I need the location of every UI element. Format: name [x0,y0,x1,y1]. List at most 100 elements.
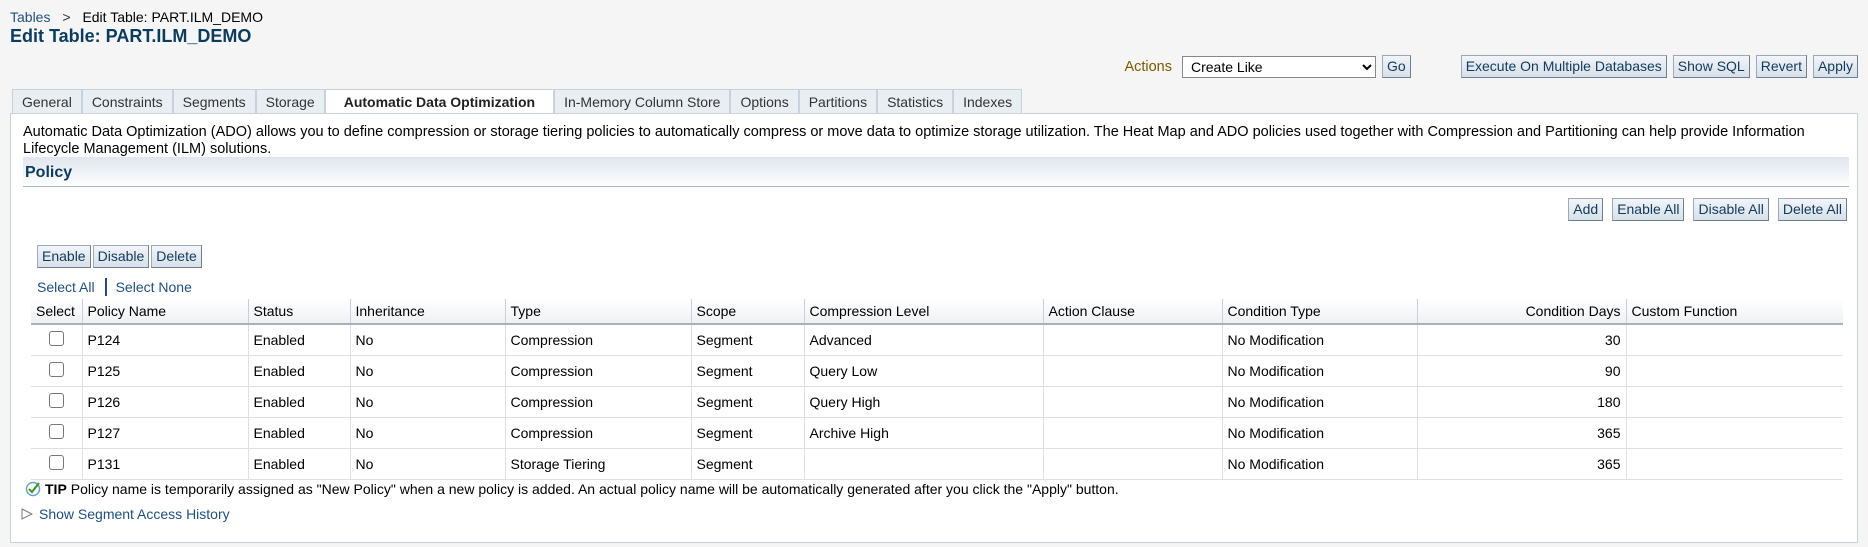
cell-name: P126 [81,386,248,418]
cell-name: P124 [81,324,248,356]
row-checkbox[interactable] [48,454,64,470]
execute-multiple-databases-button[interactable]: Execute On Multiple Databases [1460,55,1667,78]
cell-compression [803,448,1043,480]
tab-statistics[interactable]: Statistics [877,89,954,114]
revert-button[interactable]: Revert [1755,55,1807,78]
table-header: Select Policy Name Status Inheritance Type Sc… [31,299,1843,325]
cell-days: 90 [1416,355,1626,387]
column-header-status: Status [247,299,350,325]
select-all-link[interactable]: Select All [37,279,95,295]
disable-all-button[interactable]: Disable All [1693,198,1769,221]
cell-inheritance: No [349,417,505,449]
enable-button[interactable]: Enable [37,245,91,268]
column-header-compression-level: Compression Level [803,299,1043,325]
cell-scope: Segment [690,417,804,449]
cell-custom [1625,448,1843,480]
row-checkbox[interactable] [48,361,64,377]
select-cell [31,448,82,480]
policy-section-header: Policy [23,157,1849,187]
cell-days: 365 [1416,448,1626,480]
cell-scope: Segment [690,355,804,387]
show-segment-access-history[interactable]: Show Segment Access History [21,506,230,522]
column-header-action-clause: Action Clause [1042,299,1222,325]
row-actions: Enable Disable Delete [37,245,202,268]
cell-compression: Advanced [803,324,1043,356]
cell-custom [1625,355,1843,387]
actions-toolbar: Actions Create Like Go Execute On Multip… [1124,55,1858,78]
cell-compression: Query Low [803,355,1043,387]
actions-select[interactable]: Create Like [1182,55,1376,78]
tab-in-memory-column-store[interactable]: In-Memory Column Store [554,89,731,114]
row-checkbox[interactable] [48,423,64,439]
tab-indexes[interactable]: Indexes [953,89,1023,114]
cell-days: 30 [1416,324,1626,356]
tab-automatic-data-optimization[interactable]: Automatic Data Optimization [324,89,555,115]
breadcrumb: Tables > Edit Table: PART.ILM_DEMO [10,9,263,25]
cell-type: Compression [504,417,691,449]
column-header-type: Type [504,299,691,325]
page-title: Edit Table: PART.ILM_DEMO [10,26,252,46]
cell-type: Compression [504,386,691,418]
delete-button[interactable]: Delete [151,245,202,268]
cell-status: Enabled [247,355,350,387]
tab-bar: General Constraints Segments Storage Automat… [12,89,1023,115]
tab-storage[interactable]: Storage [255,89,325,114]
row-checkbox[interactable] [48,330,64,346]
policy-table: Select Policy Name Status Inheritance Type Sc… [31,299,1843,480]
breadcrumb-separator: > [62,9,71,25]
policy-toolbar: Add Enable All Disable All Delete All [1568,198,1847,221]
cell-action [1042,448,1222,480]
column-header-condition-type: Condition Type [1221,299,1417,325]
enable-all-button[interactable]: Enable All [1612,198,1685,221]
table-row: P124 Enabled No Compression Segment Advanced N… [31,324,1843,356]
breadcrumb-tables-link[interactable]: Tables [10,9,50,25]
add-button[interactable]: Add [1568,198,1604,221]
cell-scope: Segment [690,324,804,356]
cell-action [1042,386,1222,418]
select-none-link[interactable]: Select None [116,279,192,295]
cell-condition-type: No Modification [1221,355,1417,387]
ado-panel: Automatic Data Optimization (ADO) allows… [10,113,1858,543]
tip-text: Policy name is temporarily assigned as "… [70,481,1119,497]
cell-name: P131 [81,448,248,480]
cell-type: Compression [504,324,691,356]
cell-custom [1625,386,1843,418]
cell-custom [1625,324,1843,356]
tab-segments[interactable]: Segments [172,89,256,114]
go-button[interactable]: Go [1382,55,1411,78]
show-sql-button[interactable]: Show SQL [1672,55,1750,78]
cell-inheritance: No [349,355,505,387]
cell-type: Compression [504,355,691,387]
tip: TIP Policy name is temporarily assigned … [25,481,1119,497]
column-header-policy-name: Policy Name [81,299,248,325]
tab-options[interactable]: Options [730,89,799,114]
cell-status: Enabled [247,324,350,356]
disable-button[interactable]: Disable [92,245,150,268]
row-checkbox[interactable] [48,392,64,408]
cell-status: Enabled [247,448,350,480]
description: Automatic Data Optimization (ADO) allows… [23,124,1805,157]
apply-button[interactable]: Apply [1812,55,1858,78]
tab-partitions[interactable]: Partitions [798,89,878,114]
select-cell [31,355,82,387]
cell-scope: Segment [690,386,804,418]
cell-name: P127 [81,417,248,449]
cell-compression: Query High [803,386,1043,418]
cell-days: 180 [1416,386,1626,418]
cell-condition-type: No Modification [1221,324,1417,356]
cell-days: 365 [1416,417,1626,449]
show-history-link[interactable]: Show Segment Access History [39,506,230,522]
disclosure-triangle-icon[interactable] [21,508,33,520]
separator [104,278,107,296]
cell-compression: Archive High [803,417,1043,449]
tab-constraints[interactable]: Constraints [81,89,173,114]
column-header-condition-days: Condition Days [1416,299,1626,325]
cell-custom [1625,417,1843,449]
cell-action [1042,355,1222,387]
column-header-inheritance: Inheritance [349,299,505,325]
cell-status: Enabled [247,386,350,418]
delete-all-button[interactable]: Delete All [1777,198,1847,221]
tab-general[interactable]: General [12,89,82,114]
cell-condition-type: No Modification [1221,386,1417,418]
cell-scope: Segment [690,448,804,480]
